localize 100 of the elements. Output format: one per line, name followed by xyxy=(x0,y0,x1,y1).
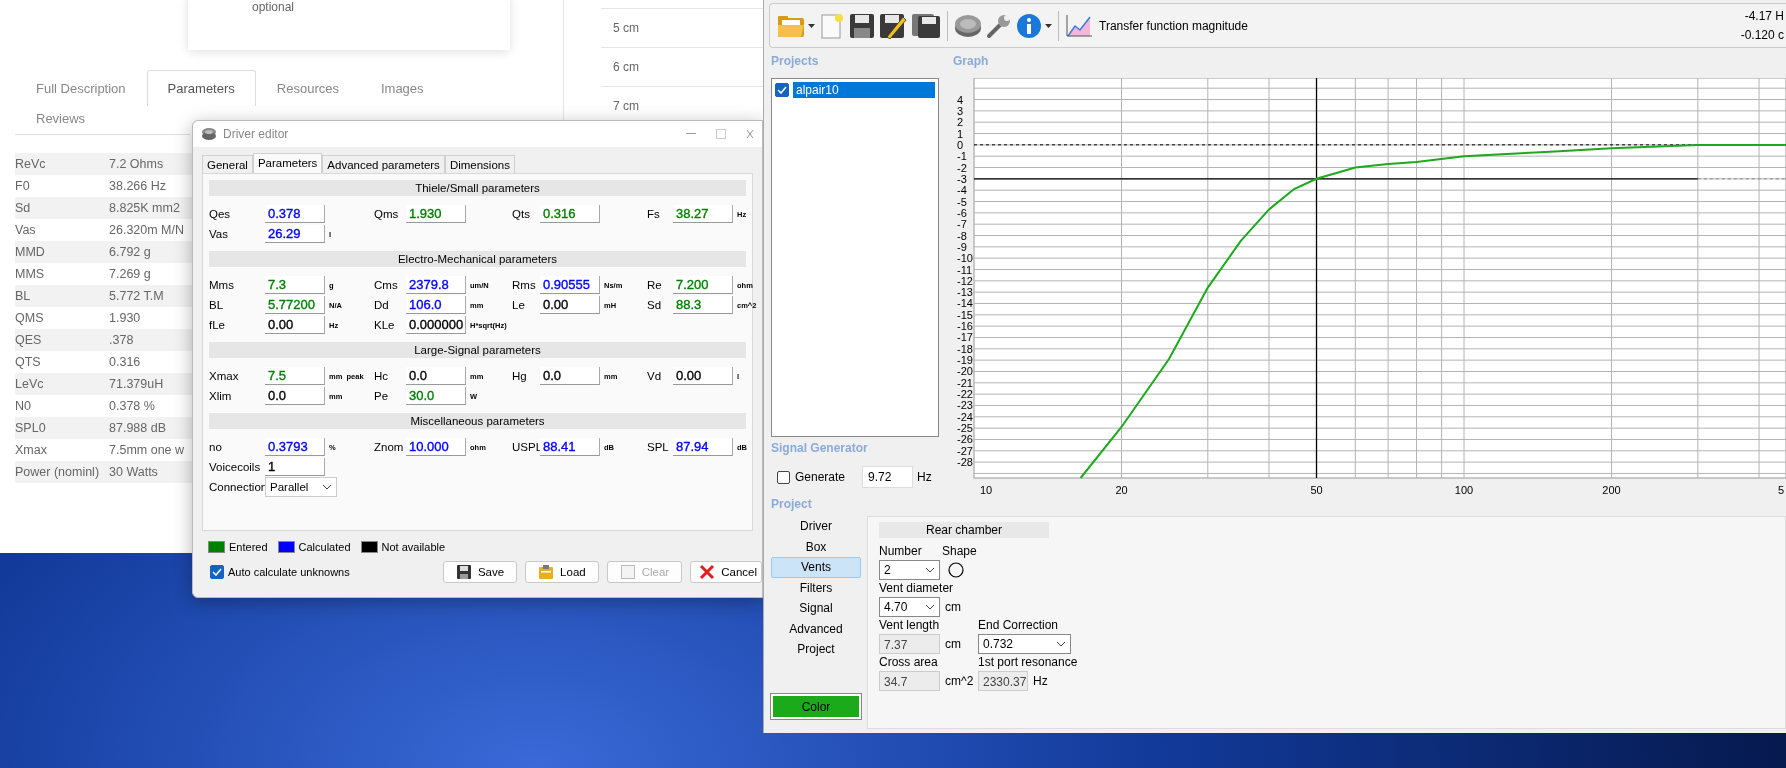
parameter-field[interactable]: 0.00 xyxy=(265,316,325,334)
parameter-field[interactable]: 88.41 xyxy=(540,438,600,456)
x-tick-label: 5 xyxy=(1777,484,1784,496)
parameter-field[interactable]: 88.3 xyxy=(673,296,733,314)
parameter-field[interactable]: 106.0 xyxy=(406,296,466,314)
page-tab[interactable]: Reviews xyxy=(15,108,107,128)
chart-icon xyxy=(1065,13,1093,38)
vent-diameter-dropdown[interactable]: 4.70 xyxy=(879,597,940,617)
parameter-field[interactable]: 0.00 xyxy=(673,367,733,385)
x-tick-label: 50 xyxy=(1310,484,1323,496)
y-tick-label: -28 xyxy=(957,456,973,469)
frequency-field[interactable]: 9.72 xyxy=(862,466,913,488)
dialog-tab[interactable]: Dimensions xyxy=(444,155,515,173)
nav-item[interactable]: Vents xyxy=(771,557,861,578)
dialog-tab[interactable]: Advanced parameters xyxy=(322,155,445,173)
y-tick-label: -26 xyxy=(957,433,973,446)
toolbar-button[interactable] xyxy=(848,12,876,39)
toolbar-button[interactable] xyxy=(1015,12,1053,39)
parameter-field[interactable]: 0.000000 xyxy=(406,316,466,334)
generate-checkbox[interactable]: Generate xyxy=(777,470,862,484)
view-button[interactable]: Transfer function magnitude xyxy=(1064,13,1249,38)
caret-icon xyxy=(1045,23,1052,28)
parameter-field[interactable]: 7.3 xyxy=(265,276,325,294)
page-tab[interactable]: Full Description xyxy=(15,70,147,106)
x-tick-label: 20 xyxy=(1115,484,1128,496)
section-header: Rear chamber xyxy=(879,522,1049,538)
color-button[interactable]: Color xyxy=(771,694,861,719)
y-tick-label: -5 xyxy=(957,195,967,208)
toolbar-button[interactable] xyxy=(910,12,942,39)
unit-label: Hz xyxy=(1032,674,1048,688)
parameter-field[interactable]: 1 xyxy=(265,458,325,476)
auto-calculate-checkbox[interactable]: Auto calculate unknowns xyxy=(210,565,350,579)
legend-label: Not available xyxy=(381,541,446,553)
parameter-field[interactable]: 5.77200 xyxy=(265,296,325,314)
minimize-icon[interactable] xyxy=(686,133,696,135)
spec-name: LeVc xyxy=(15,377,45,391)
x-tick-label: 100 xyxy=(1454,484,1474,496)
new-page-icon xyxy=(819,11,845,40)
parameter-field[interactable]: 0.3793 xyxy=(265,438,325,456)
chevron-icon xyxy=(322,484,332,490)
parameter-field[interactable]: 0.316 xyxy=(540,205,600,223)
parameter-field[interactable]: 0.378 xyxy=(265,205,325,223)
parameter-field[interactable]: 87.94 xyxy=(673,438,733,456)
spec-name: Xmax xyxy=(15,443,48,457)
parameter-field[interactable]: 10.000 xyxy=(406,438,466,456)
field-label: 1st port resonance xyxy=(978,655,1078,670)
spec-value: 26.320m M/N xyxy=(109,223,185,237)
nav-item[interactable]: Project xyxy=(771,639,861,660)
parameter-label: Xmax xyxy=(209,370,240,382)
parameter-field[interactable]: 7.200 xyxy=(673,276,733,294)
dialog-tab[interactable]: General xyxy=(202,155,253,173)
parameter-field[interactable]: 0.0 xyxy=(540,367,600,385)
list-item[interactable]: alpair10 xyxy=(793,82,935,98)
parameter-field[interactable]: 30.0 xyxy=(406,387,466,405)
project-checkbox[interactable] xyxy=(775,83,789,97)
dialog-button[interactable]: Load xyxy=(525,561,599,583)
toolbar-button[interactable] xyxy=(985,12,1013,39)
number-dropdown[interactable]: 2 xyxy=(879,560,940,580)
spec-name: F0 xyxy=(15,179,31,193)
page-tab[interactable]: Parameters xyxy=(146,70,256,106)
unit-label: Hz xyxy=(917,470,932,484)
parameter-field[interactable]: 0.0 xyxy=(406,367,466,385)
dialog-button[interactable]: Cancel xyxy=(690,561,762,583)
window-title: Driver editor xyxy=(223,127,289,141)
parameter-field[interactable]: 0.00 xyxy=(540,296,600,314)
nav-item[interactable]: Driver xyxy=(771,516,861,537)
dialog-tab[interactable]: Parameters xyxy=(252,153,323,173)
toolbar-button[interactable] xyxy=(878,12,908,39)
parameter-label: Re xyxy=(647,279,663,291)
group-label: Projects xyxy=(771,53,820,70)
page-tab[interactable]: Images xyxy=(359,70,445,106)
connection-dropdown[interactable]: Parallel xyxy=(265,477,337,497)
y-tick-label: 1 xyxy=(957,127,964,140)
parameter-field[interactable]: 2379.8 xyxy=(406,276,466,294)
parameter-field[interactable]: 0.0 xyxy=(265,387,325,405)
end-correction-dropdown[interactable]: 0.732 xyxy=(978,634,1071,654)
y-tick-label: 0 xyxy=(957,138,964,151)
parameter-field[interactable]: 38.27 xyxy=(673,205,733,223)
chevron-icon xyxy=(925,567,935,573)
nav-item[interactable]: Signal xyxy=(771,598,861,619)
parameter-label: Qms xyxy=(374,208,400,220)
parameter-label: Znom xyxy=(374,441,405,453)
parameter-field[interactable]: 1.930 xyxy=(406,205,466,223)
spec-name: BL xyxy=(15,289,32,303)
caret-icon xyxy=(808,23,815,28)
field-label: Vent diameter xyxy=(879,581,955,596)
dialog-button[interactable]: Save xyxy=(442,561,518,583)
parameter-field[interactable]: 0.90555 xyxy=(540,276,600,294)
nav-item[interactable]: Advanced xyxy=(771,618,861,639)
y-tick-label: -20 xyxy=(957,365,973,378)
circle-shape-icon[interactable] xyxy=(948,562,964,578)
parameter-field[interactable]: 26.29 xyxy=(265,225,325,243)
floppy-icon xyxy=(849,12,875,39)
page-tab[interactable]: Resources xyxy=(255,70,360,106)
unit-label: cm xyxy=(944,637,962,651)
parameter-field[interactable]: 7.5 xyxy=(265,367,325,385)
spec-value: 0.316 xyxy=(109,355,141,369)
nav-item[interactable]: Filters xyxy=(771,577,861,598)
nav-item[interactable]: Box xyxy=(771,536,861,557)
toolbar-button[interactable] xyxy=(953,12,983,39)
